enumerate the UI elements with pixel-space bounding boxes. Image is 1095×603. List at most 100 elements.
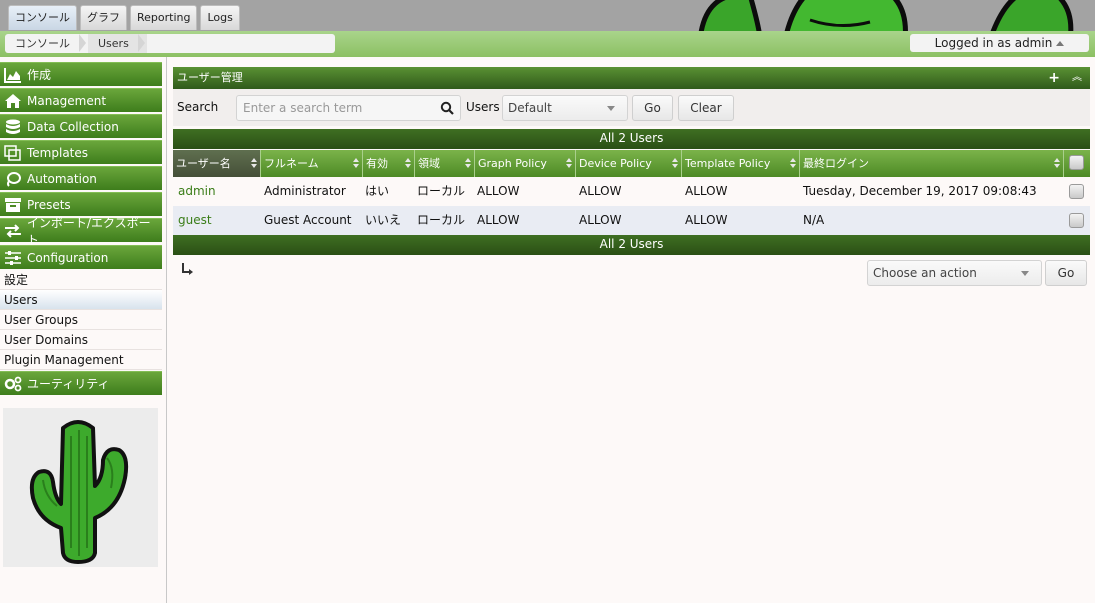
sliders-icon (5, 250, 21, 265)
enabled-cell: はい (365, 184, 390, 198)
template-policy-cell: ALLOW (685, 184, 728, 198)
database-icon (6, 119, 20, 134)
sort-icon (251, 158, 257, 169)
sidebar-menu-configuration[interactable]: Configuration (0, 245, 162, 269)
login-status-menu[interactable]: Logged in as admin (910, 34, 1089, 52)
column-header-label: Graph Policy (478, 157, 547, 170)
search-label: Search (177, 100, 219, 114)
sidebar-menu-create[interactable]: 作成 (0, 62, 162, 86)
users-filter-label: Users (466, 100, 500, 114)
column-header-realm[interactable]: 領域 (415, 150, 475, 177)
sidebar-menu-label: ユーティリティ (27, 377, 110, 391)
sidebar-menu-label: Management (27, 93, 107, 108)
device-policy-cell: ALLOW (579, 213, 622, 227)
sort-icon (465, 158, 471, 169)
sort-icon (405, 158, 411, 169)
column-header-label: ユーザー名 (176, 157, 231, 170)
column-header-template-policy[interactable]: Template Policy (682, 150, 800, 177)
sidebar-item-user-domains[interactable]: User Domains (0, 330, 162, 350)
column-header-label: 有効 (366, 157, 388, 170)
row-checkbox[interactable] (1069, 184, 1084, 199)
search-input[interactable] (237, 96, 433, 120)
tab-console[interactable]: コンソール (8, 5, 77, 30)
login-status-text: Logged in as admin (934, 36, 1053, 50)
search-icon[interactable] (440, 101, 454, 115)
table-nav-top: All 2 Users (173, 129, 1090, 149)
action-select[interactable]: Choose an action (867, 260, 1042, 286)
column-header-fullname[interactable]: フルネーム (261, 150, 363, 177)
realm-cell: ローカル (417, 184, 466, 198)
table-nav-bottom: All 2 Users (173, 235, 1090, 255)
column-header-last-login[interactable]: 最終ログイン (800, 150, 1064, 177)
template-policy-cell: ALLOW (685, 213, 728, 227)
go-button[interactable]: Go (632, 95, 673, 121)
exchange-icon (4, 223, 21, 238)
breadcrumb: コンソール Users (5, 34, 335, 53)
sidebar-menu-label: インポート/エクスポート (26, 215, 151, 247)
breadcrumb-console[interactable]: コンソール (5, 34, 88, 53)
table-header: ユーザー名 フルネーム 有効 領域 Graph Policy Device Po… (173, 150, 1090, 177)
top-bar: コンソール グラフ Reporting Logs (0, 0, 1095, 31)
sidebar-menu-label: Automation (27, 171, 97, 186)
sidebar-menu-presets[interactable]: Presets (0, 192, 162, 216)
column-header-label: フルネーム (264, 157, 319, 170)
sidebar: 作成 Management Data Collection Templates … (0, 57, 167, 603)
action-select-value: Choose an action (873, 266, 977, 280)
column-header-label: 領域 (418, 157, 440, 170)
cactus-logo-image (29, 420, 129, 564)
return-arrow-icon (182, 263, 193, 275)
column-header-label: 最終ログイン (803, 157, 869, 170)
graph-policy-cell: ALLOW (477, 184, 520, 198)
sidebar-item-users[interactable]: Users (0, 290, 162, 310)
column-header-enabled[interactable]: 有効 (363, 150, 415, 177)
fullname-cell: Guest Account (264, 213, 352, 227)
search-box (236, 95, 461, 121)
sidebar-menu-management[interactable]: Management (0, 88, 162, 112)
sidebar-menu-data-collection[interactable]: Data Collection (0, 114, 162, 138)
clear-button[interactable]: Clear (678, 95, 734, 121)
sidebar-item-settings[interactable]: 設定 (0, 270, 162, 290)
enabled-cell: いいえ (365, 213, 402, 227)
action-go-button[interactable]: Go (1045, 260, 1087, 286)
archive-icon (5, 197, 21, 212)
last-login-cell: Tuesday, December 19, 2017 09:08:43 (803, 184, 1037, 198)
tab-graphs[interactable]: グラフ (80, 5, 127, 30)
column-header-label: Device Policy (579, 157, 652, 170)
realm-cell: ローカル (417, 213, 466, 227)
last-login-cell: N/A (803, 213, 825, 227)
tab-reporting[interactable]: Reporting (130, 5, 198, 30)
copy-icon (4, 144, 21, 161)
chevron-down-icon (1021, 271, 1029, 276)
column-header-graph-policy[interactable]: Graph Policy (475, 150, 576, 177)
username-link[interactable]: admin (173, 177, 261, 206)
row-checkbox[interactable] (1069, 213, 1084, 228)
breadcrumb-bar: コンソール Users Logged in as admin (0, 31, 1095, 57)
sort-icon (790, 158, 796, 169)
breadcrumb-users[interactable]: Users (88, 34, 147, 53)
tab-logs[interactable]: Logs (200, 5, 240, 30)
sidebar-menu-utilities[interactable]: ユーティリティ (0, 371, 162, 395)
plus-icon[interactable]: + (1048, 67, 1060, 89)
caret-up-icon (1056, 41, 1065, 46)
sort-icon (566, 158, 572, 169)
table-row: admin Administrator はい ローカル ALLOW ALLOW … (173, 177, 1090, 206)
top-tabs: コンソール グラフ Reporting Logs (8, 5, 240, 30)
filter-row: Search Users Default Go Clear (173, 89, 1090, 126)
sidebar-menu-import-export[interactable]: インポート/エクスポート (0, 216, 162, 247)
column-header-username[interactable]: ユーザー名 (173, 150, 261, 177)
sidebar-menu-templates[interactable]: Templates (0, 140, 162, 164)
chart-area-icon (4, 67, 21, 83)
username-link[interactable]: guest (173, 206, 261, 235)
column-header-device-policy[interactable]: Device Policy (576, 150, 682, 177)
select-all-checkbox[interactable] (1069, 155, 1084, 170)
sidebar-item-user-groups[interactable]: User Groups (0, 310, 162, 330)
cogs-icon (4, 376, 22, 391)
sidebar-item-plugin-management[interactable]: Plugin Management (0, 350, 162, 370)
chevron-up-icon[interactable]: ︽ (1072, 67, 1082, 89)
home-icon (5, 93, 21, 108)
table-row: guest Guest Account いいえ ローカル ALLOW ALLOW… (173, 206, 1090, 235)
sidebar-menu-automation[interactable]: Automation (0, 166, 162, 190)
panel-title: ユーザー管理 (177, 71, 243, 84)
sort-icon (1054, 158, 1060, 169)
users-filter-select[interactable]: Default (502, 95, 628, 121)
